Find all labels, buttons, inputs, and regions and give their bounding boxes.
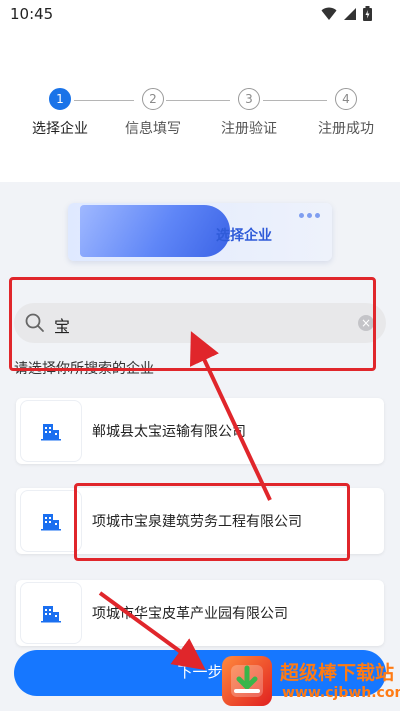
company-list-item[interactable]: 项城市宝泉建筑劳务工程有限公司	[16, 488, 384, 554]
section-banner: 选择企业	[68, 203, 332, 261]
step-number: 1	[49, 88, 71, 110]
step-label: 选择企业	[32, 121, 88, 137]
step-label: 注册成功	[318, 121, 374, 137]
registration-stepper: 1 选择企业 2 信息填写 3 注册验证 4 注册成功	[0, 88, 400, 148]
company-list-item[interactable]: 郸城县太宝运输有限公司	[16, 398, 384, 464]
banner-title: 选择企业	[216, 228, 272, 244]
signal-icon	[344, 7, 356, 20]
search-value: 宝	[54, 317, 71, 336]
company-name: 郸城县太宝运输有限公司	[92, 424, 246, 440]
watermark-logo-icon	[222, 656, 272, 706]
status-time: 10:45	[10, 5, 54, 23]
search-hint: 请选择你所搜索的企业	[14, 361, 154, 377]
watermark-title: 超级棒下载站	[280, 662, 395, 684]
step-label: 信息填写	[125, 121, 181, 137]
company-name: 项城市宝泉建筑劳务工程有限公司	[92, 514, 302, 530]
battery-icon	[363, 6, 372, 21]
step-verify: 3 注册验证	[204, 88, 294, 138]
step-label: 注册验证	[221, 121, 277, 137]
company-list-item[interactable]: 项城市华宝皮革产业园有限公司	[16, 580, 384, 646]
step-connector	[263, 100, 327, 101]
company-name: 项城市华宝皮革产业园有限公司	[92, 606, 288, 622]
step-select-company: 1 选择企业	[15, 88, 105, 138]
step-info-fill: 2 信息填写	[108, 88, 198, 138]
step-number: 4	[335, 88, 357, 110]
search-icon	[25, 313, 44, 332]
building-icon	[20, 400, 82, 462]
watermark: 超级棒下载站 www.cjbwh.com	[222, 654, 400, 711]
step-connector	[74, 100, 134, 101]
company-search-input[interactable]: 宝 ×	[14, 303, 386, 343]
clear-icon[interactable]: ×	[358, 315, 374, 331]
watermark-url: www.cjbwh.com	[282, 685, 400, 701]
banner-dots	[299, 213, 320, 218]
status-icons	[321, 6, 372, 21]
wifi-icon	[321, 7, 337, 20]
step-connector	[166, 100, 230, 101]
building-icon	[20, 490, 82, 552]
status-bar: 10:45	[0, 0, 400, 30]
step-number: 3	[238, 88, 260, 110]
step-success: 4 注册成功	[301, 88, 391, 138]
banner-illustration	[80, 205, 230, 257]
step-number: 2	[142, 88, 164, 110]
building-icon	[20, 582, 82, 644]
